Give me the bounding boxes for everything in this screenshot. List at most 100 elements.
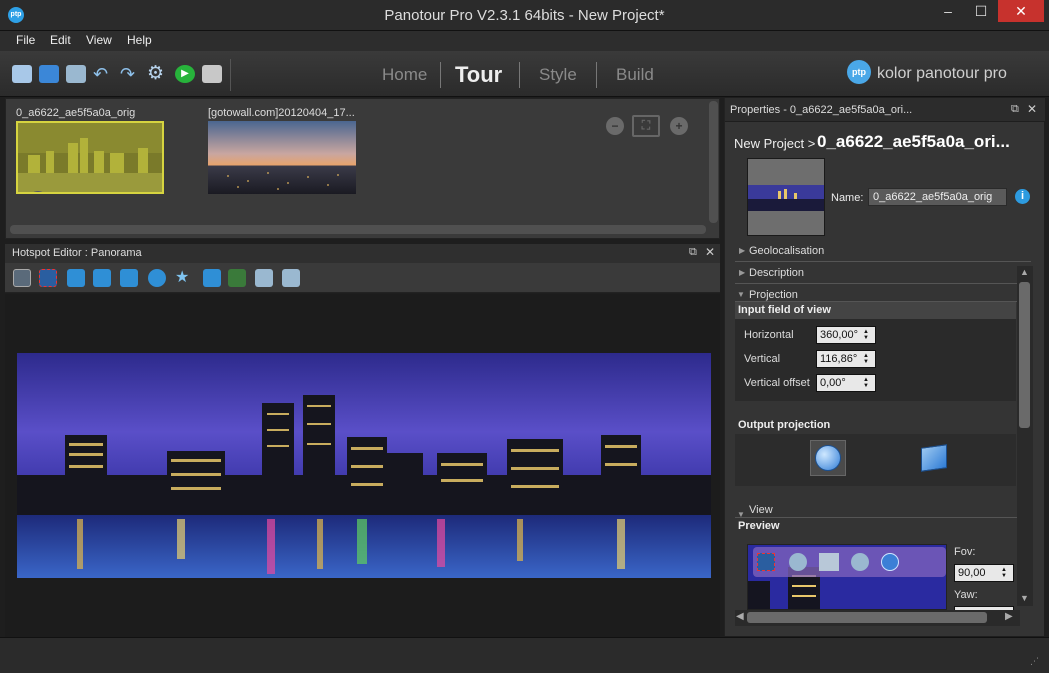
- add-star-hotspot-icon[interactable]: ★: [175, 269, 193, 287]
- input-fov-header: Input field of view: [735, 302, 1016, 319]
- spin-arrows-icon[interactable]: ▲ ▼: [1001, 567, 1011, 579]
- output-projection-body: [735, 434, 1016, 486]
- tab-separator: [596, 62, 597, 88]
- add-point-hotspot-icon[interactable]: [203, 269, 221, 287]
- section-description[interactable]: Description: [749, 267, 804, 279]
- close-panel-icon[interactable]: ✕: [1027, 102, 1037, 116]
- fov-label: Fov:: [954, 546, 976, 558]
- thumbnail-horizontal-scrollbar[interactable]: [10, 225, 706, 234]
- horizontal-fov-spinbox[interactable]: 360,00° ▲ ▼: [816, 326, 876, 344]
- expand-arrow-icon[interactable]: ▶: [739, 268, 745, 277]
- scroll-down-icon[interactable]: ▼: [1020, 593, 1029, 603]
- expand-arrow-icon[interactable]: ▶: [739, 246, 745, 255]
- yaw-label: Yaw:: [954, 589, 978, 601]
- section-divider: [735, 283, 1018, 284]
- info-icon[interactable]: i: [1015, 189, 1030, 204]
- vertical-fov-value: 116,86°: [820, 353, 858, 365]
- undock-icon[interactable]: ⧉: [1011, 103, 1019, 116]
- zoom-in-icon[interactable]: [851, 553, 869, 571]
- scroll-left-icon[interactable]: ◀: [736, 611, 744, 622]
- window-title: Panotour Pro V2.3.1 64bits - New Project…: [384, 7, 665, 24]
- spherical-projection-option[interactable]: [810, 440, 846, 476]
- fit-thumbnails-button[interactable]: ⛶: [632, 115, 660, 137]
- section-projection[interactable]: Projection: [749, 289, 798, 301]
- resize-grip-icon[interactable]: ⋰: [1030, 656, 1039, 667]
- panorama-thumbnail-strip: 0_a6622_ae5f5a0a_orig [gotowall.com]2012…: [5, 98, 720, 239]
- thumbnail-vertical-scrollbar[interactable]: [709, 101, 718, 223]
- zoom-fit-icon[interactable]: [819, 553, 839, 571]
- menu-file[interactable]: File: [16, 33, 35, 47]
- run-icon[interactable]: ▶: [175, 65, 195, 83]
- panorama-canvas[interactable]: [5, 294, 720, 637]
- properties-titlebar: Properties - 0_a6622_ae5f5a0a_ori... ⧉ ✕: [725, 98, 1045, 122]
- undock-icon[interactable]: ⧉: [689, 246, 697, 259]
- spin-arrows-icon[interactable]: ▲ ▼: [863, 329, 873, 341]
- maximize-button[interactable]: ☐: [966, 0, 996, 22]
- breadcrumb-current: 0_a6622_ae5f5a0a_ori...: [817, 132, 1010, 151]
- panorama-thumbnail-selected[interactable]: [16, 121, 164, 194]
- brand-name: kolor panotour pro: [877, 65, 1007, 82]
- spin-arrows-icon[interactable]: ▲ ▼: [863, 353, 873, 365]
- name-label: Name:: [831, 192, 864, 204]
- compass-icon[interactable]: [881, 553, 899, 571]
- toolbar-separator: [230, 59, 231, 91]
- breadcrumb-prefix[interactable]: New Project >: [734, 136, 815, 151]
- panorama-thumbnail[interactable]: [208, 121, 356, 194]
- collapse-arrow-icon[interactable]: ▼: [737, 290, 745, 299]
- section-geolocalisation[interactable]: Geolocalisation: [749, 245, 824, 257]
- vertical-offset-spinbox[interactable]: 0,00° ▲ ▼: [816, 374, 876, 392]
- fov-spinbox[interactable]: 90,00 ▲ ▼: [954, 564, 1014, 582]
- select-rect-icon[interactable]: [39, 269, 57, 287]
- input-fov-body: Horizontal 360,00° ▲ ▼ Vertical 116,86° ▲…: [735, 319, 1016, 401]
- tab-home[interactable]: Home: [382, 65, 427, 85]
- add-landscape-hotspot-icon[interactable]: [255, 269, 273, 287]
- hotspot-toolbar: ★: [5, 263, 720, 293]
- tab-style[interactable]: Style: [539, 65, 577, 85]
- close-panel-icon[interactable]: ✕: [705, 245, 715, 259]
- close-button[interactable]: ✕: [998, 0, 1044, 22]
- zoom-out-icon[interactable]: [789, 553, 807, 571]
- add-image-hotspot-icon[interactable]: [93, 269, 111, 287]
- menu-help[interactable]: Help: [127, 33, 152, 47]
- view-preview[interactable]: [747, 544, 947, 610]
- add-panorama-icon[interactable]: [66, 65, 86, 83]
- vertical-label: Vertical: [744, 353, 781, 365]
- spin-arrows-icon[interactable]: ▲ ▼: [863, 377, 873, 389]
- name-field[interactable]: [868, 188, 1007, 206]
- add-panorama-hotspot-icon[interactable]: [282, 269, 300, 287]
- tab-tour[interactable]: Tour: [455, 62, 502, 88]
- scrollbar-thumb[interactable]: [747, 612, 987, 623]
- scrollbar-thumb[interactable]: [1019, 282, 1030, 428]
- undo-icon[interactable]: ↶: [93, 65, 113, 83]
- settings-gear-icon[interactable]: ⚙: [147, 64, 167, 83]
- tab-build[interactable]: Build: [616, 65, 654, 85]
- open-project-icon[interactable]: [12, 65, 32, 83]
- select-rect-icon[interactable]: [757, 553, 775, 571]
- output-projection-header: Output projection: [738, 419, 831, 431]
- properties-panel: Properties - 0_a6622_ae5f5a0a_ori... ⧉ ✕…: [724, 98, 1045, 636]
- add-video-hotspot-icon[interactable]: [120, 269, 138, 287]
- add-arrow-hotspot-icon[interactable]: [67, 269, 85, 287]
- vertical-fov-spinbox[interactable]: 116,86° ▲ ▼: [816, 350, 876, 368]
- select-arrow-icon[interactable]: [13, 269, 31, 287]
- menu-view[interactable]: View: [86, 33, 112, 47]
- folder-icon[interactable]: [202, 65, 222, 83]
- zoom-out-button[interactable]: −: [606, 117, 624, 135]
- scroll-up-icon[interactable]: ▲: [1020, 267, 1029, 277]
- flat-projection-icon[interactable]: [921, 444, 947, 472]
- properties-horizontal-scrollbar[interactable]: ◀ ▶: [735, 610, 1020, 626]
- menu-edit[interactable]: Edit: [50, 33, 71, 47]
- properties-vertical-scrollbar[interactable]: ▲ ▼: [1017, 266, 1033, 606]
- scroll-right-icon[interactable]: ▶: [1005, 611, 1013, 622]
- zoom-in-button[interactable]: +: [670, 117, 688, 135]
- save-icon[interactable]: [39, 65, 59, 83]
- section-view[interactable]: View: [749, 504, 773, 516]
- hotspot-editor-title: Hotspot Editor : Panorama: [12, 247, 142, 259]
- minimize-button[interactable]: –: [933, 0, 963, 22]
- tab-separator: [440, 62, 441, 88]
- horizontal-label: Horizontal: [744, 329, 794, 341]
- add-polygon-hotspot-icon[interactable]: [228, 269, 246, 287]
- add-circle-hotspot-icon[interactable]: [148, 269, 166, 287]
- panorama-image[interactable]: [17, 353, 711, 578]
- redo-icon[interactable]: ↷: [120, 65, 140, 83]
